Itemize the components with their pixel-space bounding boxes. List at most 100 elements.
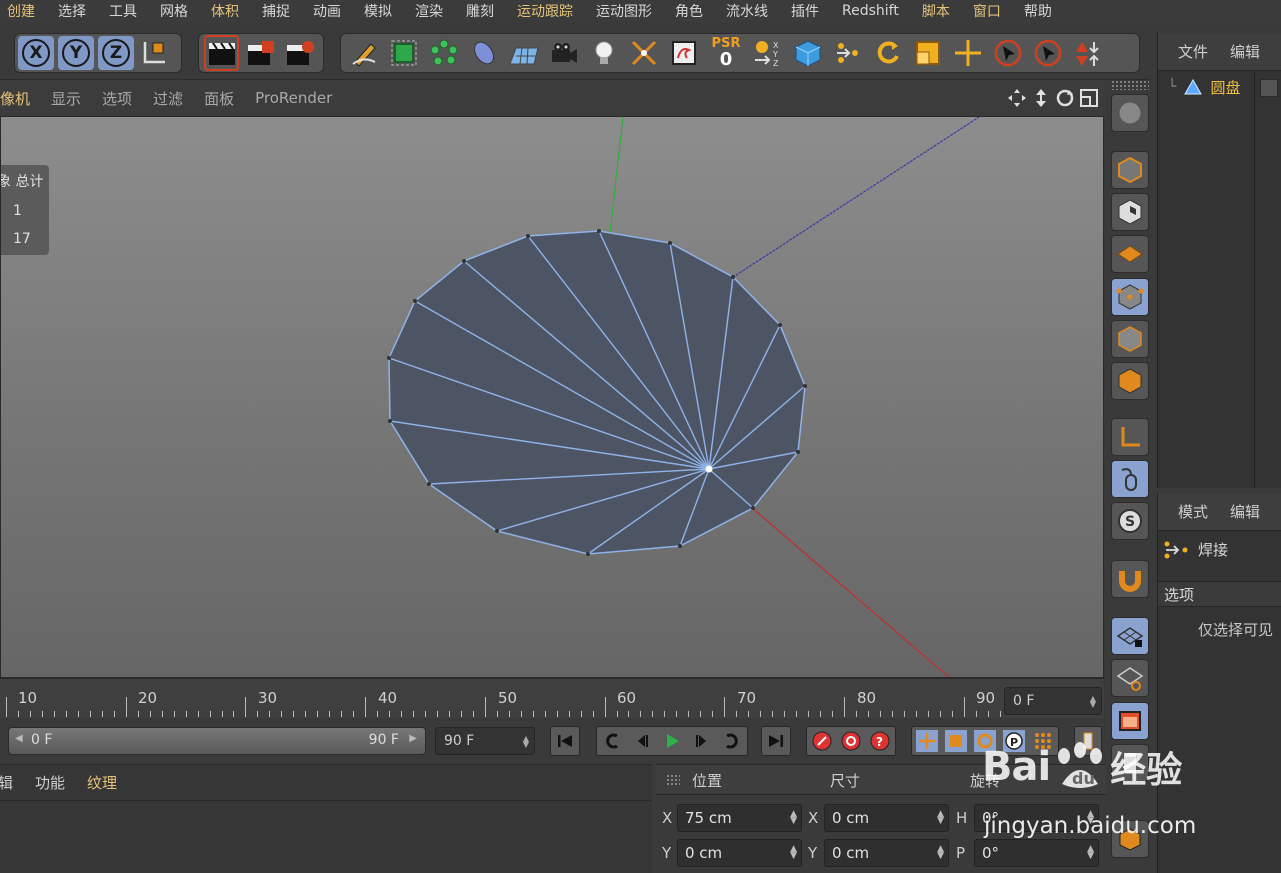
render-view-button[interactable]	[204, 35, 240, 71]
menu-render[interactable]: 渲染	[415, 1, 443, 21]
mesh-point[interactable]	[413, 299, 417, 303]
spinner-icon[interactable]: ▲ ▼	[937, 845, 944, 861]
object-row-disc[interactable]: └ 圆盘	[1158, 73, 1254, 101]
move-tool-button[interactable]	[950, 35, 986, 71]
timeline-ruler[interactable]: 10 20 30 40 50 60 70 80 90 0 F ▲ ▼	[0, 678, 1104, 718]
object-name[interactable]: 圆盘	[1210, 77, 1240, 98]
scale-tool-button[interactable]	[910, 35, 946, 71]
mesh-point[interactable]	[586, 552, 590, 556]
polygons-mode-button[interactable]	[1111, 362, 1149, 400]
snap-arrows-button[interactable]	[1070, 35, 1106, 71]
key-scale-icon[interactable]	[944, 730, 967, 752]
spinner-icon[interactable]: ▲ ▼	[523, 735, 529, 749]
deformer-button[interactable]	[466, 35, 502, 71]
rotate-tool-button[interactable]	[870, 35, 906, 71]
attr-tab-edit[interactable]: 编辑	[1230, 501, 1260, 522]
spinner-icon[interactable]: ▲ ▼	[1087, 810, 1094, 826]
current-frame-field[interactable]: 0 F ▲ ▼	[1004, 687, 1102, 715]
cloner-button[interactable]	[426, 35, 462, 71]
spinner-icon[interactable]: ▲ ▼	[1087, 845, 1094, 861]
menu-plugins[interactable]: 插件	[791, 1, 819, 21]
object-tab-edit[interactable]: 编辑	[1230, 41, 1260, 62]
extra-tool-button[interactable]	[1111, 744, 1149, 782]
lock-workplane-button[interactable]	[1111, 617, 1149, 655]
menu-select[interactable]: 选择	[58, 1, 86, 21]
menu-script[interactable]: 脚本	[922, 1, 950, 21]
play-icon[interactable]	[663, 732, 681, 750]
menu-window[interactable]: 窗口	[973, 1, 1001, 21]
disc-polygon[interactable]	[388, 230, 806, 555]
mesh-point[interactable]	[495, 529, 499, 533]
maximize-view-icon[interactable]	[1079, 88, 1099, 108]
next-frame-icon[interactable]	[693, 732, 711, 750]
rot-h-field[interactable]: 0° ▲ ▼	[974, 804, 1099, 832]
viewport-menu-prorender[interactable]: ProRender	[255, 89, 332, 107]
points-mode-button[interactable]	[1111, 278, 1149, 316]
prev-frame-icon[interactable]	[633, 732, 651, 750]
rot-p-field[interactable]: 0° ▲ ▼	[974, 839, 1099, 867]
end-frame-field[interactable]: 90 F ▲ ▼	[435, 727, 535, 755]
menu-help[interactable]: 帮助	[1024, 1, 1052, 21]
material-tab-edit[interactable]: 辑	[0, 772, 13, 793]
key-point-level-icon[interactable]	[1032, 730, 1054, 752]
psr-button[interactable]: PSR 0	[706, 35, 746, 71]
menu-snap[interactable]: 捕捉	[262, 1, 290, 21]
size-x-field[interactable]: 0 cm ▲ ▼	[824, 804, 949, 832]
mesh-point[interactable]	[678, 544, 682, 548]
mesh-point[interactable]	[668, 241, 672, 245]
viewport-solo-button[interactable]	[1111, 702, 1149, 740]
subdivision-button[interactable]	[386, 35, 422, 71]
spinner-icon[interactable]: ▲ ▼	[937, 810, 944, 826]
menu-volume[interactable]: 体积	[211, 1, 239, 21]
make-editable-button[interactable]	[790, 35, 826, 71]
edges-mode-button[interactable]	[1111, 320, 1149, 358]
mesh-point[interactable]	[751, 506, 755, 510]
key-parameter-icon[interactable]: P	[1003, 730, 1026, 752]
viewport-menu-display[interactable]: 显示	[51, 88, 81, 109]
model-mode-button[interactable]	[1111, 151, 1149, 189]
record-keys-icon[interactable]	[811, 730, 833, 752]
spinner-icon[interactable]: ▲ ▼	[790, 810, 797, 826]
next-key-icon[interactable]	[723, 732, 741, 750]
key-position-icon[interactable]	[915, 730, 938, 752]
menu-sculpt[interactable]: 雕刻	[466, 1, 494, 21]
move-points-button[interactable]	[830, 35, 866, 71]
mesh-point[interactable]	[803, 384, 807, 388]
pos-x-field[interactable]: 75 cm ▲ ▼	[677, 804, 802, 832]
mesh-point[interactable]	[388, 419, 392, 423]
render-picture-viewer-button[interactable]	[243, 35, 278, 71]
key-rotation-icon[interactable]	[973, 730, 996, 752]
object-tag-slot[interactable]	[1260, 79, 1278, 97]
frame-range-slider[interactable]: ◀ 0 F 90 F ▶	[8, 727, 426, 755]
mesh-point[interactable]	[731, 275, 735, 279]
viewport-menu-options[interactable]: 选项	[102, 88, 132, 109]
tweak-mode-button[interactable]	[1111, 460, 1149, 498]
keyframe-selection-icon[interactable]: ?	[869, 730, 891, 752]
lock-y-button[interactable]: Y	[58, 36, 94, 70]
size-y-field[interactable]: 0 cm ▲ ▼	[824, 839, 949, 867]
snap-axis-button[interactable]: XYZ	[750, 35, 786, 71]
viewport-menu-camera[interactable]: 像机	[0, 88, 30, 109]
workplane-button[interactable]	[1111, 235, 1149, 273]
coordinate-system-button[interactable]	[136, 35, 172, 71]
sketch-button[interactable]	[666, 35, 702, 71]
menu-simulate[interactable]: 模拟	[364, 1, 392, 21]
orbit-icon[interactable]	[1055, 88, 1075, 108]
attr-tab-mode[interactable]: 模式	[1178, 501, 1208, 522]
solo-button[interactable]: S	[1111, 502, 1149, 540]
pen-tool-button[interactable]	[346, 35, 382, 71]
selected-center-point[interactable]	[705, 465, 713, 473]
texture-mode-button[interactable]	[1111, 193, 1149, 231]
auto-key-icon[interactable]	[840, 730, 862, 752]
camera-button[interactable]	[546, 35, 582, 71]
menu-create[interactable]: 创建	[7, 1, 35, 21]
prev-key-icon[interactable]	[603, 732, 621, 750]
disc-mesh[interactable]	[387, 229, 807, 556]
menu-animate[interactable]: 动画	[313, 1, 341, 21]
bottom-tool-button[interactable]	[1111, 820, 1149, 858]
menu-motion-tracking[interactable]: 运动跟踪	[517, 1, 573, 21]
mesh-point[interactable]	[796, 450, 800, 454]
material-tab-function[interactable]: 功能	[35, 772, 65, 793]
range-left-arrow[interactable]: ◀	[15, 733, 23, 744]
menu-redshift[interactable]: Redshift	[842, 3, 899, 19]
